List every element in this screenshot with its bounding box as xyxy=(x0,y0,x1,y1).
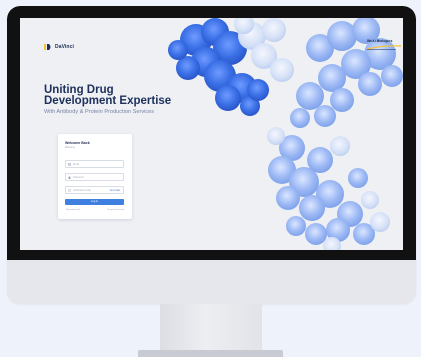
brand-name: DaVinci xyxy=(55,44,74,50)
verification-placeholder: Verification Code xyxy=(73,189,92,192)
partner-name: WuXi Biologics xyxy=(367,39,393,43)
login-button[interactable]: Log in xyxy=(65,199,124,205)
monitor-stand-base xyxy=(138,350,283,357)
brand-logo[interactable]: DaVinci xyxy=(44,42,74,52)
partner-swoosh-icon xyxy=(366,45,402,50)
hero-subtitle: With Antibody & Protein Production Servi… xyxy=(44,109,155,115)
partner-logo: WuXi Biologics xyxy=(366,38,402,51)
verification-code-field[interactable]: Verification Code Get Code xyxy=(65,186,124,194)
hero-title: Uniting Drug Development Expertise xyxy=(44,84,172,107)
monitor-bezel: DaVinci WuXi Biologics Uniting Drug Deve… xyxy=(7,6,416,260)
monitor-stand-neck xyxy=(160,304,262,350)
mail-icon xyxy=(68,163,71,166)
screen: DaVinci WuXi Biologics Uniting Drug Deve… xyxy=(20,18,403,250)
login-card: Welcome Back Welcome Email Password Veri… xyxy=(58,134,132,219)
eye-icon[interactable] xyxy=(116,176,121,189)
monitor: DaVinci WuXi Biologics Uniting Drug Deve… xyxy=(7,6,416,304)
email-placeholder: Email xyxy=(73,163,79,166)
login-subtitle: Welcome xyxy=(65,146,75,149)
password-placeholder: Password xyxy=(73,176,84,179)
davinci-logo-icon xyxy=(44,44,51,50)
forgot-password-link[interactable]: Forgot Password xyxy=(107,209,124,211)
lock-icon xyxy=(68,176,71,179)
remember-me-link[interactable]: Remember Me xyxy=(66,209,80,211)
password-field[interactable]: Password xyxy=(65,173,124,189)
hero-title-line-2: Development Expertise xyxy=(44,94,172,107)
login-title: Welcome Back xyxy=(65,141,90,145)
email-field[interactable]: Email xyxy=(65,160,124,168)
shield-icon xyxy=(68,189,71,192)
get-code-link[interactable]: Get Code xyxy=(110,189,120,192)
